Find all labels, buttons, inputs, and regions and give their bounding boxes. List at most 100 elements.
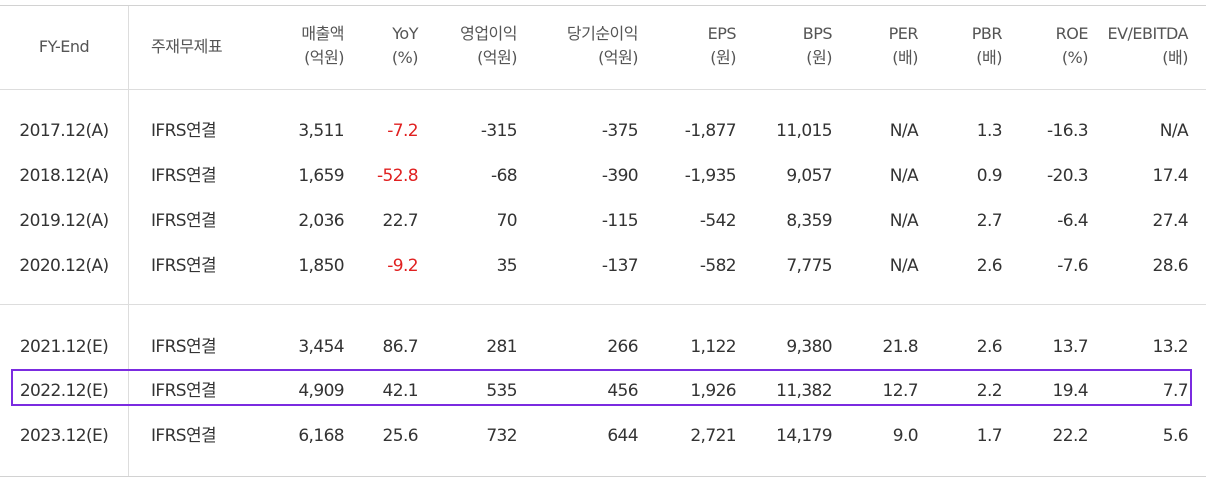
cell-ev-ebitda: 27.4	[1152, 211, 1189, 231]
cell-fy-end: 2020.12(A)	[19, 256, 109, 276]
cell-main-statement: IFRS연결	[151, 256, 217, 276]
cell-ev-ebitda: N/A	[1159, 121, 1189, 141]
header-roe: ROE (%)	[1005, 22, 1089, 70]
header-label: YoY	[392, 24, 418, 43]
cell-net-income: -390	[601, 166, 639, 186]
header-pbr: PBR (배)	[920, 22, 1003, 70]
header-label: FY-End	[38, 37, 90, 56]
header-label: ROE	[1055, 24, 1089, 43]
header-label: 영업이익	[460, 24, 517, 43]
cell-fy-end: 2021.12(E)	[19, 337, 109, 357]
header-eps: EPS (원)	[640, 22, 737, 70]
cell-yoy: 25.6	[382, 426, 419, 446]
cell-per: 21.8	[882, 337, 919, 357]
header-label: PBR	[971, 24, 1003, 43]
cell-fy-end: 2019.12(A)	[19, 211, 109, 231]
header-net-income: 당기순이익 (억원)	[520, 22, 639, 70]
cell-yoy: -7.2	[387, 121, 418, 141]
cell-per: N/A	[889, 121, 919, 141]
header-fy-end: FY-End	[0, 35, 128, 59]
cell-fy-end: 2023.12(E)	[19, 426, 109, 446]
cell-revenue: 6,168	[298, 426, 344, 446]
cell-revenue: 1,850	[298, 256, 344, 276]
cell-roe: -6.4	[1057, 211, 1088, 231]
cell-per: N/A	[889, 166, 919, 186]
cell-ev-ebitda: 17.4	[1152, 166, 1189, 186]
cell-roe: 13.7	[1052, 337, 1089, 357]
header-label: EV/EBITDA	[1107, 24, 1188, 43]
header-ev-ebitda: EV/EBITDA (배)	[1090, 22, 1188, 70]
cell-operating-income: 281	[486, 337, 517, 357]
cell-pbr: 2.6	[976, 337, 1003, 357]
header-revenue: 매출액 (억원)	[250, 22, 344, 70]
cell-roe: 22.2	[1052, 426, 1089, 446]
cell-bps: 14,179	[776, 426, 832, 446]
cell-bps: 9,380	[786, 337, 832, 357]
header-unit: (%)	[391, 48, 419, 67]
header-unit: (억원)	[477, 48, 517, 67]
cell-pbr: 1.3	[976, 121, 1003, 141]
header-unit: (배)	[976, 48, 1002, 67]
cell-pbr: 2.7	[976, 211, 1003, 231]
cell-net-income: 644	[607, 426, 638, 446]
header-unit: (%)	[1061, 48, 1089, 67]
cell-main-statement: IFRS연결	[151, 211, 217, 231]
header-separator	[0, 89, 1206, 90]
cell-yoy: -9.2	[387, 256, 418, 276]
cell-operating-income: -68	[491, 166, 518, 186]
header-bps: BPS (원)	[740, 22, 833, 70]
cell-operating-income: 732	[486, 426, 517, 446]
cell-net-income: -375	[601, 121, 639, 141]
cell-net-income: -137	[601, 256, 639, 276]
header-unit: (배)	[892, 48, 918, 67]
cell-ev-ebitda: 28.6	[1152, 256, 1189, 276]
header-unit: (억원)	[304, 48, 344, 67]
cell-eps: 1,122	[690, 337, 736, 357]
header-unit: (원)	[710, 48, 736, 67]
cell-operating-income: -315	[480, 121, 518, 141]
cell-operating-income: 70	[496, 211, 518, 231]
cell-main-statement: IFRS연결	[151, 121, 217, 141]
cell-yoy: -52.8	[377, 166, 419, 186]
cell-revenue: 2,036	[298, 211, 344, 231]
cell-per: N/A	[889, 211, 919, 231]
header-per: PER (배)	[835, 22, 919, 70]
cell-bps: 8,359	[786, 211, 832, 231]
cell-bps: 7,775	[786, 256, 832, 276]
cell-eps: 2,721	[690, 426, 736, 446]
cell-yoy: 22.7	[382, 211, 419, 231]
cell-bps: 9,057	[786, 166, 832, 186]
cell-roe: -7.6	[1057, 256, 1088, 276]
cell-per: 9.0	[892, 426, 919, 446]
header-unit: (배)	[1162, 48, 1188, 67]
header-label: 주재무제표	[151, 37, 223, 56]
cell-eps: -542	[699, 211, 737, 231]
header-label: PER	[888, 24, 919, 43]
cell-per: N/A	[889, 256, 919, 276]
cell-fy-end: 2017.12(A)	[19, 121, 109, 141]
header-label: 매출액	[301, 24, 344, 43]
cell-revenue: 3,511	[298, 121, 344, 141]
header-unit: (원)	[806, 48, 832, 67]
cell-main-statement: IFRS연결	[151, 337, 217, 357]
actual-estimate-separator	[0, 304, 1206, 305]
cell-fy-end: 2018.12(A)	[19, 166, 109, 186]
header-label: BPS	[802, 24, 833, 43]
cell-ev-ebitda: 5.6	[1162, 426, 1189, 446]
cell-revenue: 3,454	[298, 337, 344, 357]
header-yoy: YoY (%)	[350, 22, 419, 70]
cell-operating-income: 35	[496, 256, 518, 276]
cell-main-statement: IFRS연결	[151, 426, 217, 446]
cell-roe: -16.3	[1047, 121, 1089, 141]
header-unit: (억원)	[598, 48, 638, 67]
cell-eps: -582	[699, 256, 737, 276]
financial-summary-table: FY-End 주재무제표 매출액 (억원) YoY (%) 영업이익 (억원) 당기순이익 (억원…	[0, 5, 1206, 477]
cell-ev-ebitda: 13.2	[1152, 337, 1189, 357]
highlighted-row-outline	[11, 369, 1192, 406]
header-main-statement: 주재무제표	[151, 35, 261, 59]
cell-pbr: 2.6	[976, 256, 1003, 276]
cell-main-statement: IFRS연결	[151, 166, 217, 186]
cell-pbr: 0.9	[976, 166, 1003, 186]
header-label: EPS	[707, 24, 737, 43]
cell-yoy: 86.7	[382, 337, 419, 357]
